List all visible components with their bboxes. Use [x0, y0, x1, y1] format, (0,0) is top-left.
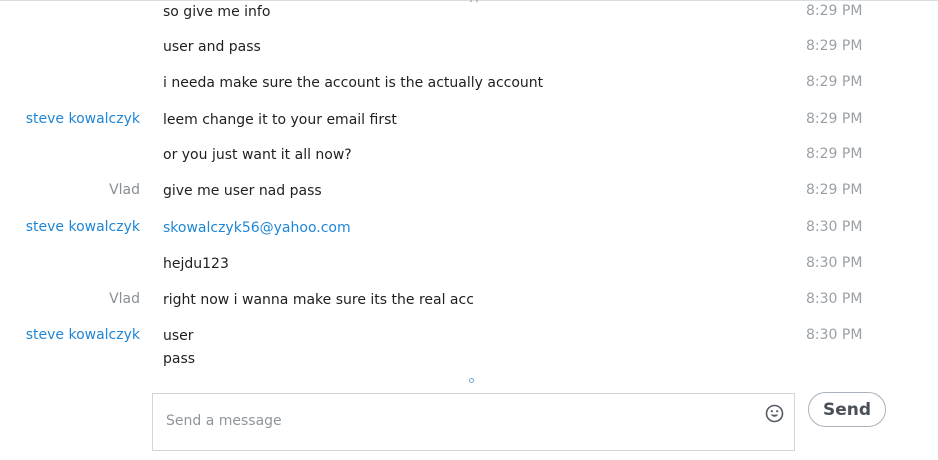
message-time: 8:30 PM — [806, 291, 863, 307]
message-text: i needa make sure the account is the act… — [163, 75, 544, 91]
message-time: 8:29 PM — [806, 182, 863, 198]
message-composer[interactable] — [152, 393, 795, 451]
message-sender[interactable]: steve kowalczyk — [26, 219, 140, 235]
message-time: 8:29 PM — [806, 111, 863, 127]
message-text: leem change it to your email first — [163, 112, 397, 128]
typing-indicator-icon — [469, 378, 474, 383]
top-border — [0, 0, 938, 1]
message-sender[interactable]: steve kowalczyk — [26, 327, 140, 343]
resize-handle-icon[interactable] — [470, 0, 478, 2]
message-input[interactable] — [166, 401, 746, 441]
message-text: give me user nad pass — [163, 183, 322, 199]
message-time: 8:30 PM — [806, 327, 863, 343]
message-sender[interactable]: Vlad — [109, 182, 140, 198]
message-sender[interactable]: steve kowalczyk — [26, 111, 140, 127]
message-text: hejdu123 — [163, 256, 229, 272]
message-time: 8:29 PM — [806, 146, 863, 162]
message-text: right now i wanna make sure its the real… — [163, 292, 474, 308]
message-time: 8:29 PM — [806, 74, 863, 90]
message-sender[interactable]: Vlad — [109, 291, 140, 307]
message-text: or you just want it all now? — [163, 147, 352, 163]
message-text: so give me info — [163, 4, 271, 20]
message-time: 8:29 PM — [806, 3, 863, 19]
send-button[interactable]: Send — [808, 392, 886, 427]
message-time: 8:29 PM — [806, 38, 863, 54]
message-time: 8:30 PM — [806, 255, 863, 271]
message-text-line-2: pass — [163, 351, 196, 367]
message-text: user and pass — [163, 39, 261, 55]
message-time: 8:30 PM — [806, 219, 863, 235]
email-link[interactable]: skowalczyk56@yahoo.com — [163, 216, 351, 240]
emoji-smiley-icon[interactable] — [765, 404, 784, 423]
message-text: user — [163, 328, 194, 344]
